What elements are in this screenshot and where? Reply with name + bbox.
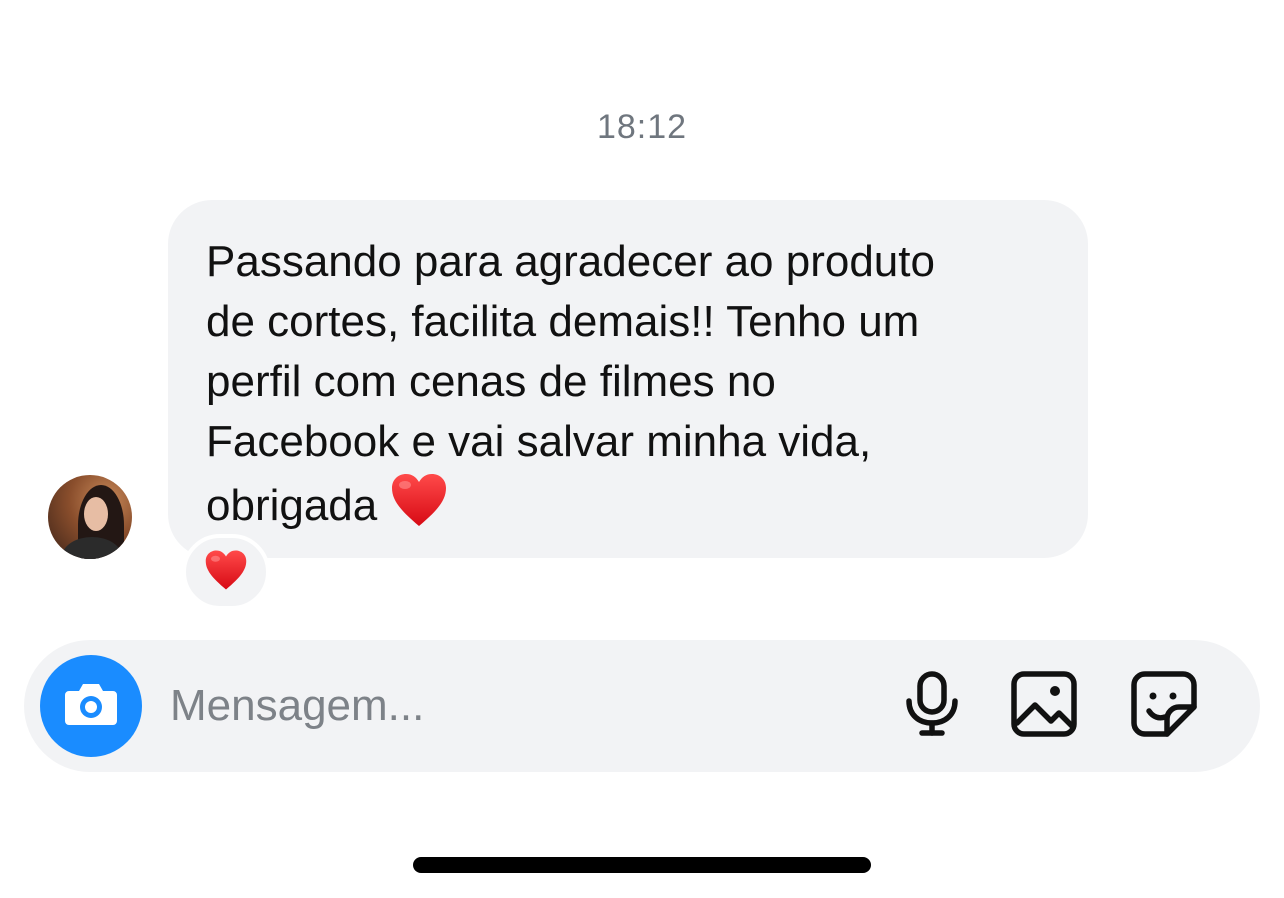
sticker-icon (1131, 670, 1197, 742)
heart-emoji-icon (390, 472, 448, 544)
microphone-button[interactable] (898, 670, 966, 742)
avatar-face (84, 497, 108, 531)
message-input[interactable] (170, 680, 770, 732)
message-text: Passando para agradecer ao produto de co… (206, 232, 1050, 544)
camera-button[interactable] (40, 655, 142, 757)
message-bubble[interactable]: Passando para agradecer ao produto de co… (168, 200, 1088, 558)
message-text-content: Passando para agradecer ao produto de co… (206, 237, 935, 530)
message-reaction[interactable] (182, 534, 270, 610)
message-timestamp: 18:12 (596, 108, 688, 146)
gallery-button[interactable] (1010, 670, 1078, 742)
home-indicator (413, 857, 871, 873)
image-icon (1011, 670, 1077, 742)
sticker-button[interactable] (1130, 670, 1198, 742)
camera-icon (63, 681, 119, 732)
message-composer (24, 640, 1260, 772)
sender-avatar[interactable] (48, 475, 132, 559)
heart-reaction-icon (204, 549, 248, 596)
microphone-icon (904, 670, 960, 742)
